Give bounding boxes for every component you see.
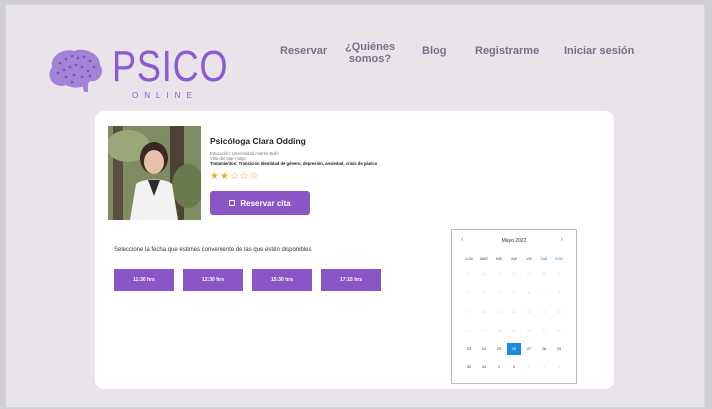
nav-login[interactable]: Iniciar sesión <box>564 45 634 57</box>
calendar-day[interactable]: 4 <box>537 361 551 373</box>
calendar-day[interactable]: 7 <box>537 287 551 299</box>
brand-subtitle: ONLINE <box>132 91 198 100</box>
calendar-weekday: JUE <box>510 257 518 261</box>
calendar-weekday: MAR <box>480 257 488 261</box>
calendar-day[interactable]: 13 <box>522 306 536 318</box>
date-picker-calendar: ‹ Mayo 2022 › LUN MAR MIE JUE VIE SAB DOM 25 26 2… <box>451 229 577 384</box>
profile-name: Psicóloga Clara Odding <box>210 136 306 146</box>
calendar-day[interactable]: 6 <box>522 287 536 299</box>
reservar-cita-label: Reservar cita <box>240 198 291 208</box>
nav-registrarme[interactable]: Registrarme <box>475 45 539 57</box>
calendar-day[interactable]: 3 <box>522 361 536 373</box>
calendar-day[interactable]: 22 <box>552 325 566 337</box>
rating-stars: ★★☆☆☆ <box>210 171 260 182</box>
star-empty-icon: ☆ <box>249 171 260 182</box>
calendar-day[interactable]: 19 <box>507 325 521 337</box>
star-filled-icon: ★ <box>219 171 230 182</box>
calendar-day[interactable]: 21 <box>537 325 551 337</box>
calendar-day[interactable]: 25 <box>462 268 476 280</box>
calendar-day[interactable]: 2 <box>462 287 476 299</box>
star-empty-icon: ☆ <box>229 171 240 182</box>
calendar-day[interactable]: 25 <box>492 343 506 355</box>
nav-quienes-line1: ¿Quiénes <box>345 41 396 53</box>
calendar-day[interactable]: 27 <box>522 343 536 355</box>
profile-treatments: Tratamientos: Transición Identidad de gé… <box>210 161 378 166</box>
star-filled-icon: ★ <box>210 171 220 182</box>
calendar-day[interactable]: 12 <box>507 306 521 318</box>
time-slot-button[interactable]: 15:30 hrs <box>252 269 312 291</box>
calendar-day[interactable]: 11 <box>492 306 506 318</box>
calendar-day[interactable]: 17 <box>477 325 491 337</box>
nav-reservar[interactable]: Reservar <box>280 45 327 57</box>
calendar-day[interactable]: 26 <box>507 343 521 355</box>
calendar-weekday: VIE <box>526 257 532 261</box>
calendar-day[interactable]: 14 <box>537 306 551 318</box>
calendar-day[interactable]: 10 <box>477 306 491 318</box>
nav-blog[interactable]: Blog <box>422 45 446 57</box>
calendar-day[interactable]: 31 <box>477 361 491 373</box>
reservar-cita-button[interactable]: Reservar cita <box>210 191 310 215</box>
next-month-button[interactable]: › <box>561 236 563 243</box>
calendar-day[interactable]: 2 <box>507 361 521 373</box>
calendar-weekday: MIE <box>495 257 503 261</box>
calendar-day[interactable]: 28 <box>537 343 551 355</box>
calendar-day[interactable]: 30 <box>462 361 476 373</box>
calendar-day[interactable]: 1 <box>492 361 506 373</box>
calendar-day[interactable]: 29 <box>552 343 566 355</box>
calendar-weekday: SAB <box>540 257 548 261</box>
calendar-weekday: LUN <box>465 257 473 261</box>
calendar-header: ‹ Mayo 2022 › <box>452 236 576 246</box>
calendar-icon <box>229 200 236 206</box>
calendar-day[interactable]: 24 <box>477 343 491 355</box>
calendar-day[interactable]: 23 <box>462 343 476 355</box>
calendar-month-label: Mayo 2022 <box>501 238 527 244</box>
calendar-day[interactable]: 4 <box>492 287 506 299</box>
calendar-day[interactable]: 16 <box>462 325 476 337</box>
brand-name: PSICO <box>112 42 229 91</box>
brain-logo-icon <box>49 49 103 92</box>
calendar-day[interactable]: 26 <box>477 268 491 280</box>
calendar-day[interactable]: 28 <box>507 268 521 280</box>
calendar-day[interactable]: 15 <box>552 306 566 318</box>
calendar-day[interactable]: 27 <box>492 268 506 280</box>
time-slot-button[interactable]: 11:30 hrs <box>114 269 174 291</box>
star-empty-icon: ☆ <box>239 171 250 182</box>
brand-logo[interactable]: PSICO ONLINE <box>42 43 228 103</box>
profile-photo-image <box>108 126 201 220</box>
page-frame: PSICO ONLINE Reservar ¿Quiénes somos? Bl… <box>5 4 705 408</box>
calendar-day[interactable]: 3 <box>477 287 491 299</box>
calendar-day[interactable]: 9 <box>462 306 476 318</box>
time-slot-button[interactable]: 12:30 hrs <box>183 269 243 291</box>
calendar-day[interactable]: 8 <box>552 287 566 299</box>
calendar-day[interactable]: 1 <box>552 268 566 280</box>
calendar-day[interactable]: 30 <box>537 268 551 280</box>
calendar-weekday: DOM <box>554 257 564 261</box>
profile-photo <box>108 126 201 220</box>
nav-quienes-somos[interactable]: ¿Quiénes somos? <box>345 41 395 65</box>
calendar-day[interactable]: 5 <box>552 361 566 373</box>
time-slot-button[interactable]: 17:15 hrs <box>321 269 381 291</box>
date-prompt: Seleccione la fecha que estimes convenie… <box>114 247 312 253</box>
calendar-day[interactable]: 29 <box>522 268 536 280</box>
nav-quienes-line2: somos? <box>348 53 392 65</box>
calendar-day[interactable]: 5 <box>507 287 521 299</box>
calendar-day[interactable]: 18 <box>492 325 506 337</box>
booking-card: Psicóloga Clara Odding Educación: Univer… <box>95 111 614 389</box>
calendar-day[interactable]: 20 <box>522 325 536 337</box>
